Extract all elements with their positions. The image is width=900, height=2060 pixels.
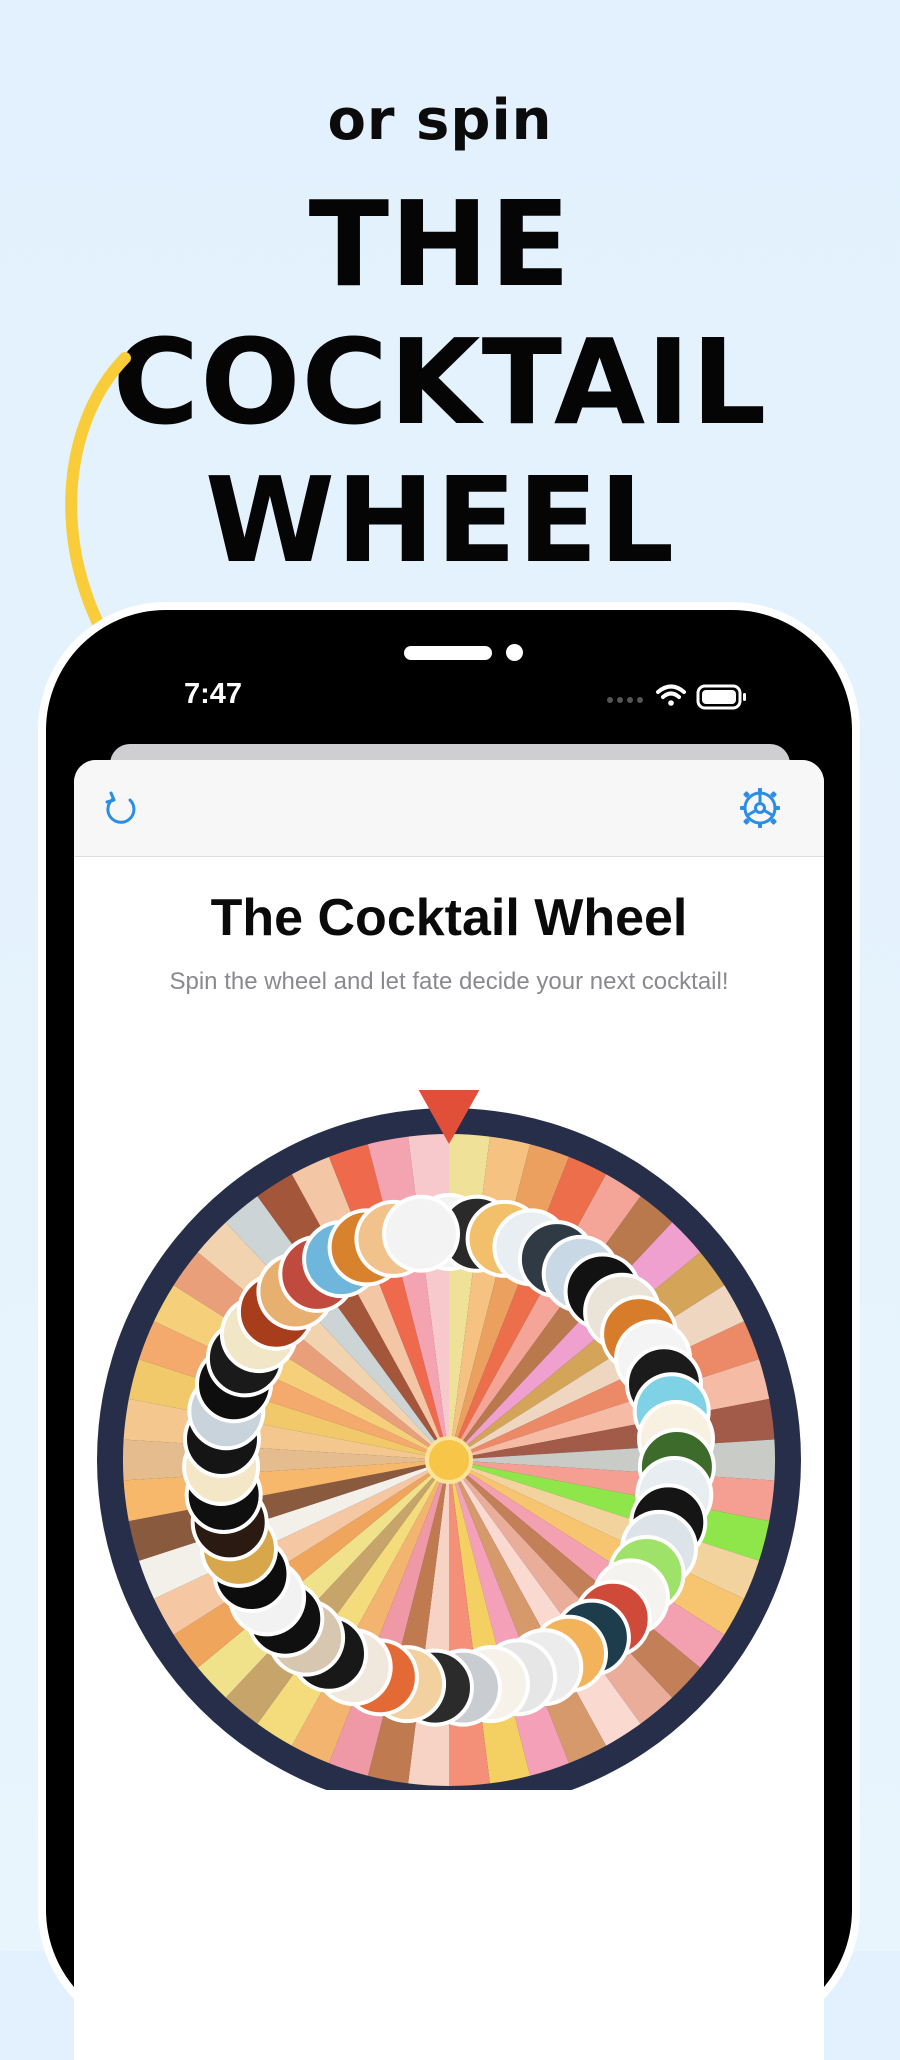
signal-dots-icon [607,697,643,703]
dynamic-island-camera [506,644,523,661]
navigation-bar [74,760,824,857]
app-subtitle: Spin the wheel and let fate decide your … [169,968,729,995]
battery-icon [696,684,746,710]
refresh-icon[interactable] [100,788,142,830]
app-title: The Cocktail Wheel [210,889,688,947]
wheel-hub [425,1436,473,1484]
promo-subtitle: or spin [327,88,553,153]
dynamic-island-pill [404,646,492,660]
status-indicators [607,684,746,710]
app-screen: The Cocktail Wheel Spin the wheel and le… [74,760,824,2060]
gear-icon[interactable] [738,786,782,830]
cocktail-wheel[interactable] [74,1090,824,1790]
cocktail-photo [382,1194,460,1273]
phone-frame: 7:47 The Cocktail Wheel Spin the wheel a… [46,610,852,2060]
status-time: 7:47 [184,678,243,710]
wifi-icon [656,684,686,706]
